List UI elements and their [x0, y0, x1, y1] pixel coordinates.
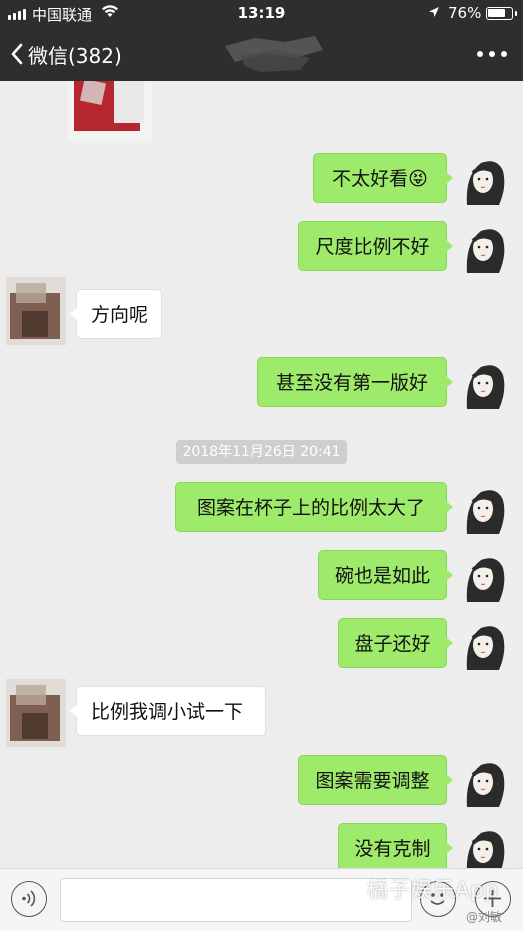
timestamp-label: 2018年11月26日 20:41 — [176, 440, 347, 464]
outgoing-message[interactable]: 盘子还好 — [338, 618, 453, 668]
more-dots-icon — [477, 51, 483, 57]
back-button[interactable]: 微信(382) — [10, 38, 122, 70]
outgoing-message[interactable]: 甚至没有第一版好 — [257, 357, 453, 407]
my-avatar[interactable] — [459, 153, 511, 205]
voice-button[interactable] — [11, 881, 47, 917]
my-avatar[interactable] — [459, 482, 511, 534]
avatar-portrait-icon — [459, 482, 511, 534]
outgoing-message[interactable]: 没有克制 — [338, 823, 453, 868]
incoming-message[interactable]: 比例我调小试一下 — [70, 686, 266, 736]
clock: 13:19 — [237, 4, 286, 22]
avatar-photo-icon — [6, 277, 66, 345]
avatar-portrait-icon — [459, 755, 511, 807]
my-avatar[interactable] — [459, 221, 511, 273]
redacted-contact-name — [225, 36, 323, 72]
outgoing-message[interactable]: 碗也是如此 — [318, 550, 453, 600]
more-options-button[interactable] — [477, 42, 507, 66]
message-input[interactable] — [60, 878, 412, 922]
my-avatar[interactable] — [459, 618, 511, 670]
avatar-portrait-icon — [459, 550, 511, 602]
voice-icon — [22, 890, 36, 907]
battery-icon — [486, 7, 513, 20]
my-avatar[interactable] — [459, 357, 511, 409]
image-message[interactable] — [68, 81, 152, 141]
incoming-message[interactable]: 方向呢 — [70, 289, 162, 339]
watermark-handle: @刘敏 — [466, 910, 503, 924]
top-bar: 中国联通 13:19 76% 微信(382) — [0, 0, 523, 81]
avatar-photo-icon — [6, 679, 66, 747]
chevron-left-icon — [11, 43, 23, 65]
contact-avatar[interactable] — [2, 673, 70, 753]
outgoing-message[interactable]: 图案需要调整 — [298, 755, 453, 805]
back-label: 微信(382) — [28, 43, 122, 68]
my-avatar[interactable] — [459, 550, 511, 602]
outgoing-message[interactable]: 图案在杯子上的比例太大了 — [175, 482, 453, 532]
avatar-portrait-icon — [459, 357, 511, 409]
chat-history[interactable]: 不太好看😝 尺度比例不好 方向呢 甚至没有第一版好 2018年11月26日 20… — [0, 81, 523, 868]
avatar-portrait-icon — [459, 618, 511, 670]
avatar-portrait-icon — [459, 221, 511, 273]
contact-avatar[interactable] — [2, 271, 70, 351]
navigation-bar: 微信(382) — [0, 28, 523, 81]
my-avatar[interactable] — [459, 823, 511, 868]
avatar-portrait-icon — [459, 153, 511, 205]
outgoing-message[interactable]: 不太好看😝 — [313, 153, 453, 203]
outgoing-message[interactable]: 尺度比例不好 — [298, 221, 453, 271]
avatar-portrait-icon — [459, 823, 511, 868]
my-avatar[interactable] — [459, 755, 511, 807]
location-arrow-icon — [429, 7, 439, 17]
watermark: 橘子娱乐App — [367, 878, 500, 902]
status-bar: 中国联通 13:19 76% — [0, 0, 523, 28]
battery-percent: 76% — [448, 4, 482, 22]
